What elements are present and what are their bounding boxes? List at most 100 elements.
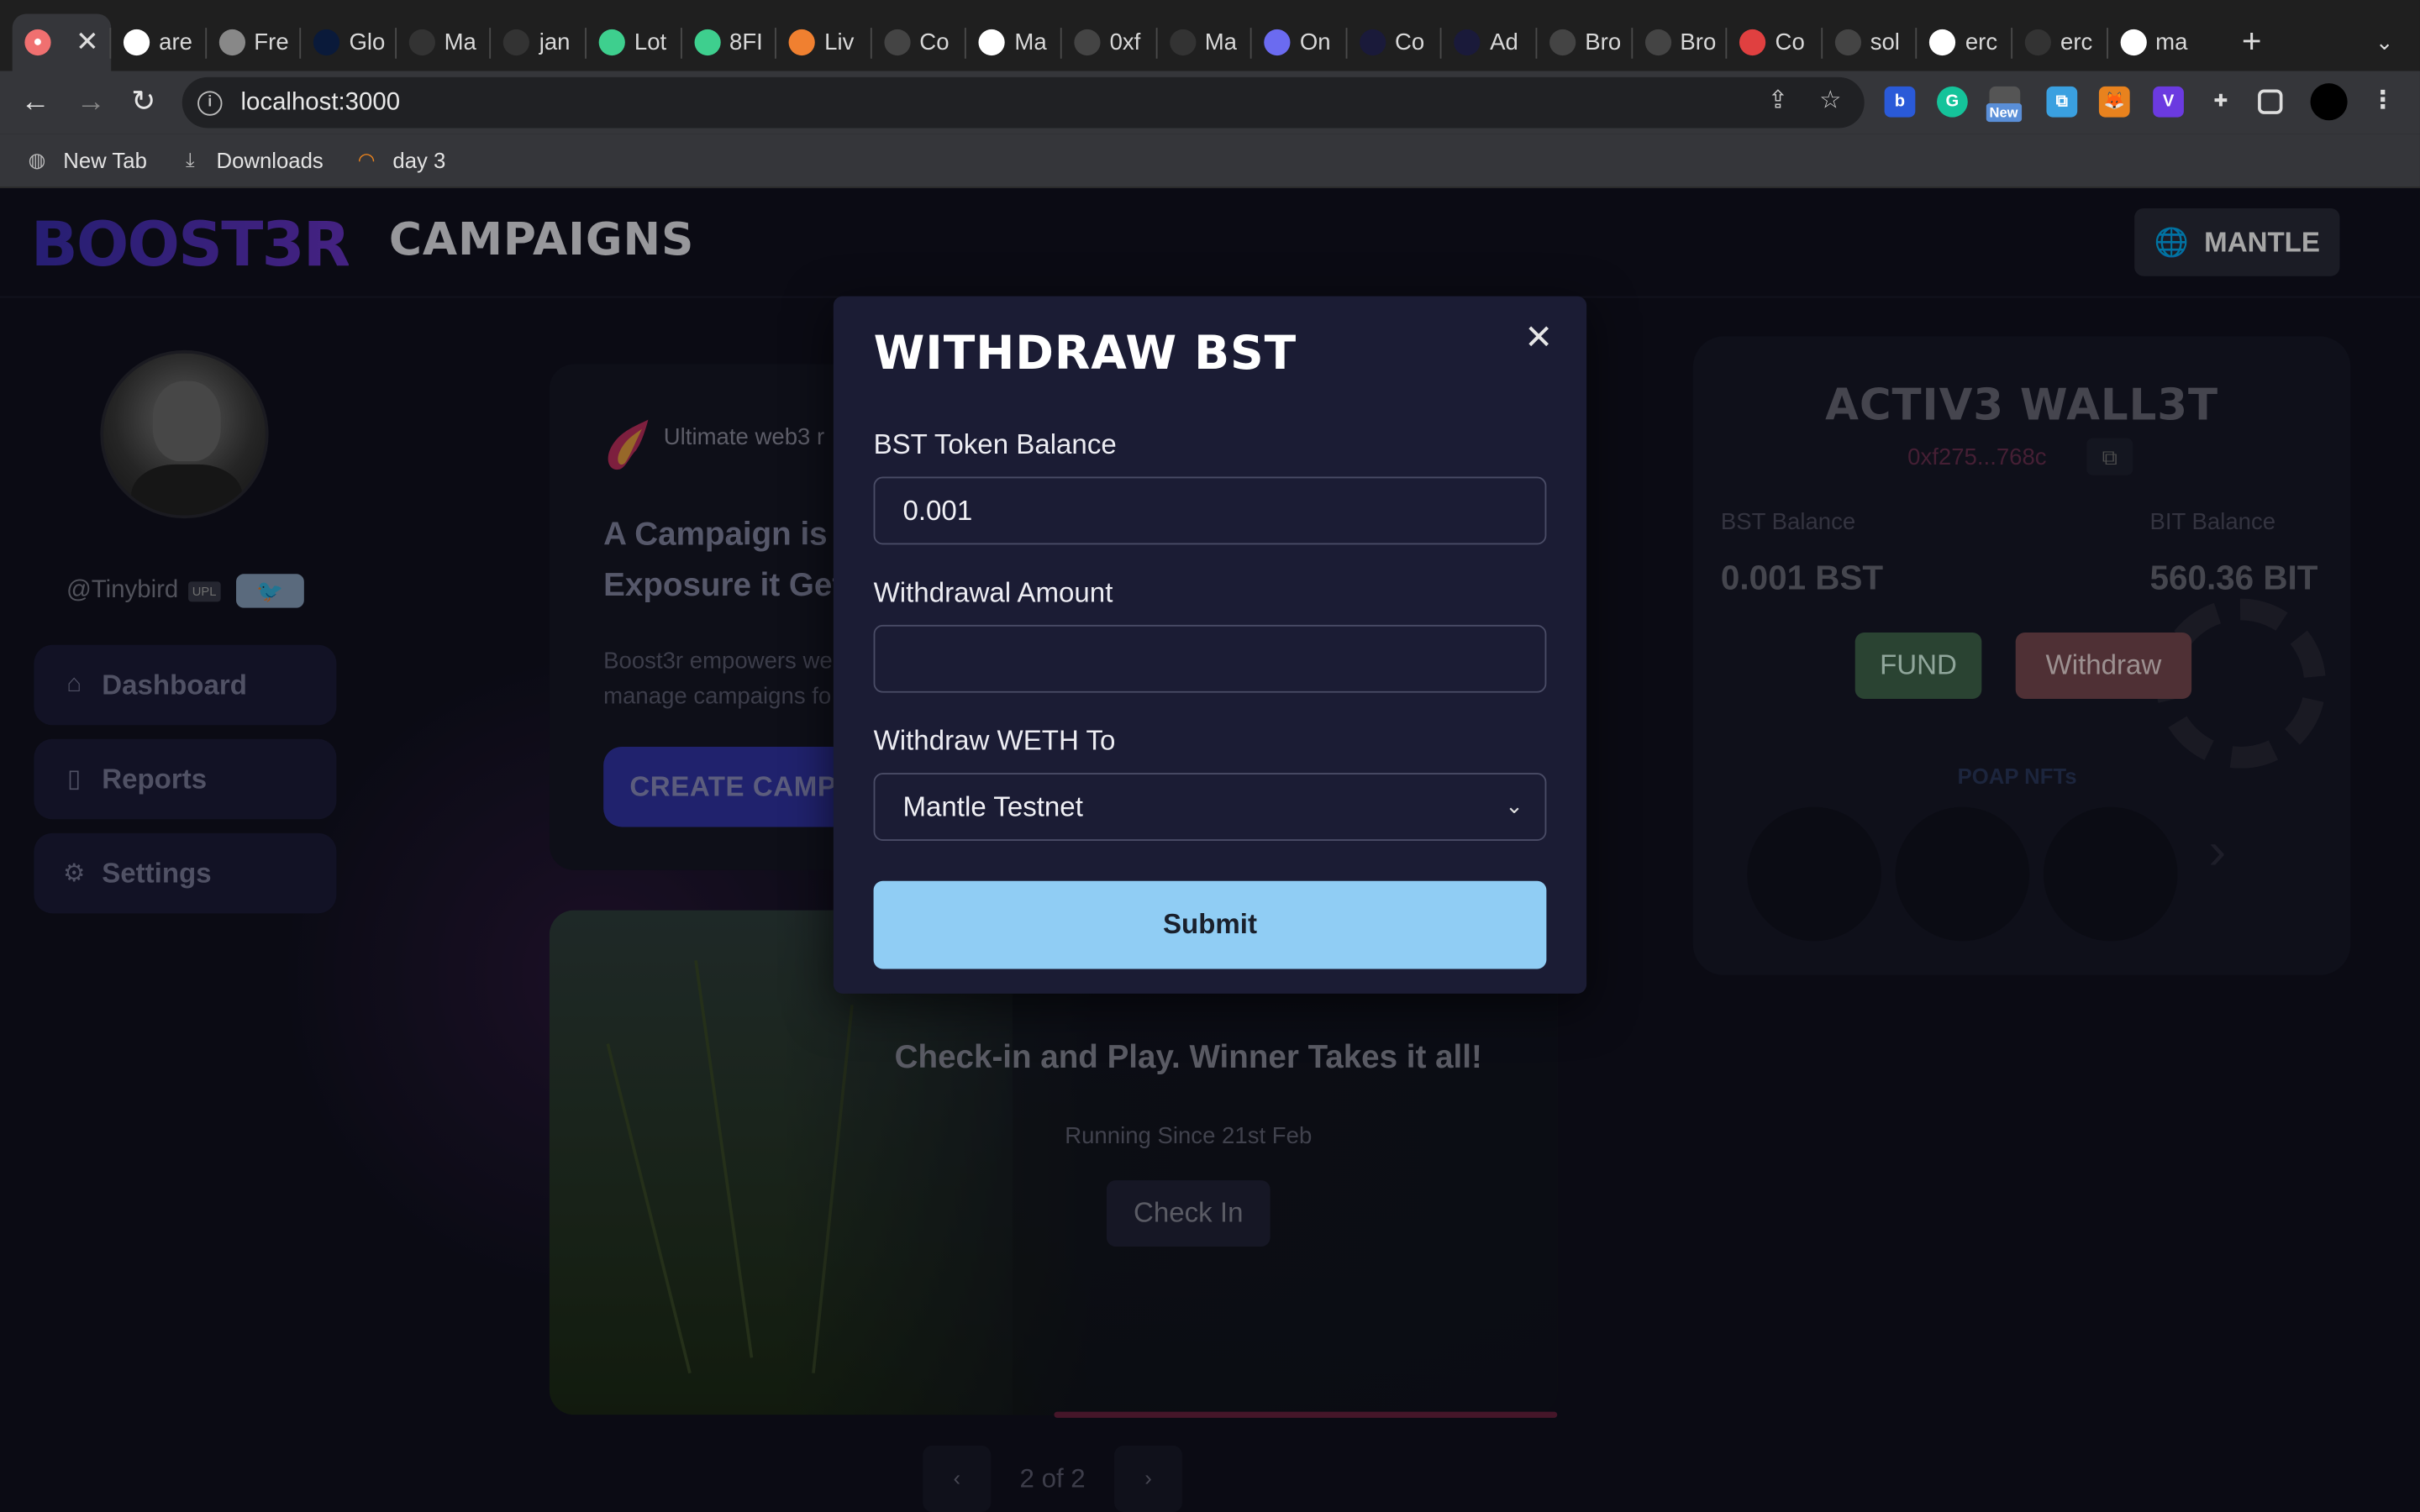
tab-separator <box>585 28 587 59</box>
pac-icon <box>1169 29 1196 56</box>
browser-tab[interactable]: Liv <box>776 14 869 71</box>
tab-search-icon[interactable]: ⌄ <box>2365 22 2405 62</box>
video-icon <box>1739 29 1766 56</box>
tab-separator <box>1155 28 1157 59</box>
balance-value: 0.001 <box>902 494 973 526</box>
tab-label: Lot <box>634 29 667 56</box>
balance-field[interactable]: 0.001 <box>873 476 1547 545</box>
bookmarks-bar: ◍ New Tab ⤓ Downloads ◠ day 3 <box>0 134 2420 189</box>
close-tab-icon[interactable]: ✕ <box>76 26 99 59</box>
tab-label: erc <box>2060 29 2093 56</box>
browser-tab[interactable]: Ma <box>397 14 489 71</box>
extension-b-icon[interactable]: b <box>1884 86 1916 118</box>
browser-tab[interactable]: Ma <box>966 14 1059 71</box>
burst-icon <box>1549 29 1576 56</box>
submit-button[interactable]: Submit <box>873 880 1547 969</box>
tab-separator <box>775 28 777 59</box>
doc-icon <box>979 29 1006 56</box>
browser-tab[interactable]: Co <box>1347 14 1439 71</box>
puzzle-icon[interactable]: ✚ <box>2206 87 2237 118</box>
tab-label: 0xf <box>1109 29 1141 56</box>
browser-tab[interactable]: are <box>111 14 203 71</box>
browser-tab[interactable]: erc <box>1918 14 2010 71</box>
browser-tabstrip: ● ✕ are Fre Glo Ma jan Lot 8FI Liv Co Ma 0xf Ma On Co… <box>0 0 2420 71</box>
browser-tab[interactable]: 0xf <box>1062 14 1155 71</box>
globe-icon: ◍ <box>28 148 46 171</box>
tab-label: Liv <box>824 29 855 56</box>
tab-label: Ad <box>1490 29 1518 56</box>
browser-tab[interactable]: Glo <box>302 14 394 71</box>
new-tab-button[interactable]: + <box>2232 22 2272 62</box>
tab-label: Co <box>1775 29 1805 56</box>
profile-avatar[interactable] <box>2310 83 2348 121</box>
tab-label: Bro <box>1680 29 1717 56</box>
browser-tab[interactable]: Lot <box>587 14 679 71</box>
back-icon[interactable]: ← <box>15 83 55 123</box>
tab-separator <box>1725 28 1728 59</box>
tab-active[interactable]: ● ✕ <box>12 13 112 71</box>
menu-icon[interactable]: ⋮ <box>2367 87 2398 118</box>
tab-separator <box>1345 28 1348 59</box>
tab-label: Ma <box>1204 29 1238 56</box>
withdrawal-amount-input[interactable] <box>873 624 1547 693</box>
tab-separator <box>680 28 682 59</box>
info-icon[interactable]: i <box>197 90 223 115</box>
browser-tab[interactable]: Bro <box>1632 14 1724 71</box>
browser-tab[interactable]: Bro <box>1537 14 1629 71</box>
bookmark-downloads[interactable]: ⤓ Downloads <box>178 148 324 172</box>
tab-separator <box>1916 28 1918 59</box>
burst-icon <box>1644 29 1671 56</box>
browser-tab[interactable]: Co <box>1728 14 1820 71</box>
metamask-icon[interactable]: 🦊 <box>2098 86 2130 118</box>
tab-separator <box>489 28 492 59</box>
tab-separator <box>870 28 872 59</box>
reload-icon[interactable]: ↻ <box>124 83 164 123</box>
burst-icon <box>1074 29 1101 56</box>
leaf-icon <box>598 29 625 56</box>
sidepanel-icon[interactable] <box>2258 89 2283 114</box>
amount-label: Withdrawal Amount <box>873 576 1113 608</box>
star-icon[interactable]: ☆ <box>1812 83 1849 120</box>
tab-label: erc <box>1965 29 1998 56</box>
bookmark-day-3[interactable]: ◠ day 3 <box>354 148 446 172</box>
browser-tab[interactable]: Co <box>871 14 964 71</box>
grammarly-icon[interactable]: G <box>1937 86 1968 118</box>
browser-tab[interactable]: jan <box>492 14 584 71</box>
st-icon <box>313 29 340 56</box>
leaf-icon <box>693 29 720 56</box>
bookmark-new-tab[interactable]: ◍ New Tab <box>24 148 147 172</box>
ls-icon <box>788 29 816 56</box>
tab-label: Glo <box>349 29 386 56</box>
amount-input[interactable] <box>902 642 1545 675</box>
tab-label: ma <box>2155 29 2188 56</box>
tab-separator <box>2106 28 2108 59</box>
browser-tab[interactable]: Ma <box>1157 14 1249 71</box>
browser-tab[interactable]: ma <box>2107 14 2200 71</box>
browser-tab[interactable]: erc <box>2012 14 2105 71</box>
circle-icon <box>1264 29 1291 56</box>
tab-separator <box>1535 28 1538 59</box>
browser-tab[interactable]: On <box>1252 14 1344 71</box>
tab-label: On <box>1299 29 1331 56</box>
destination-select[interactable]: Mantle Testnet ⌄ <box>873 773 1547 842</box>
share-icon[interactable]: ⇪ <box>1760 83 1797 120</box>
forward-icon[interactable]: → <box>71 83 111 123</box>
browser-tab[interactable]: 8FI <box>681 14 774 71</box>
extension-tab-icon[interactable]: ⧉ <box>2046 86 2078 118</box>
extension-v-icon[interactable]: V <box>2153 86 2184 118</box>
destination-label: Withdraw WETH To <box>873 725 1116 756</box>
extension-new-icon[interactable]: New <box>1986 86 2022 123</box>
address-bar[interactable]: i localhost:3000 <box>182 76 1865 129</box>
tab-separator <box>1630 28 1633 59</box>
tab-separator <box>394 28 397 59</box>
url-text: localhost:3000 <box>240 88 401 115</box>
tab-label: Fre <box>254 29 289 56</box>
browser-tab[interactable]: Fre <box>206 14 298 71</box>
browser-tab[interactable]: Ad <box>1442 14 1534 71</box>
spinner-icon: ◠ <box>357 148 376 171</box>
close-icon[interactable]: ✕ <box>1518 318 1559 358</box>
browser-tab[interactable]: sol <box>1823 14 1915 71</box>
tab-separator <box>109 28 112 59</box>
tab-label: Bro <box>1585 29 1622 56</box>
destination-value: Mantle Testnet <box>902 790 1083 822</box>
